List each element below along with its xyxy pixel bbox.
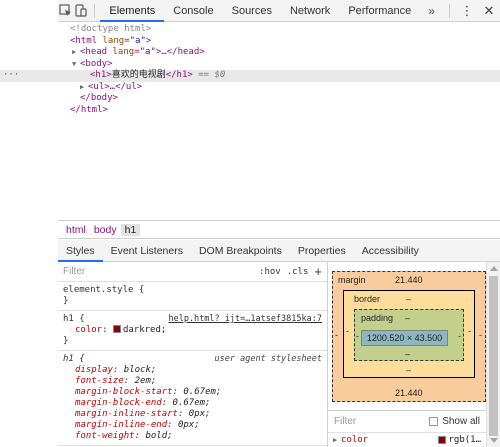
style-property[interactable]: margin-block-end: 0.67em; — [63, 398, 322, 409]
computed-filter-bar: Filter Show all — [328, 411, 486, 433]
toolbar-divider — [449, 3, 450, 18]
ellipsis-icon[interactable]: ··· — [3, 70, 19, 82]
h1-user-agent-rule[interactable]: h1 { user agent stylesheet display: bloc… — [58, 351, 327, 446]
styles-pane: Filter :hov .cls + element.style { } h1 … — [58, 262, 328, 447]
devtools-toolbar: Elements Console Sources Network Perform… — [58, 0, 500, 22]
tab-network[interactable]: Network — [281, 0, 339, 22]
expand-triangle-icon[interactable]: ▶ — [72, 47, 80, 59]
scrollbar-thumb[interactable] — [489, 276, 498, 436]
color-swatch[interactable] — [438, 436, 447, 444]
show-all-checkbox[interactable] — [429, 417, 439, 426]
h1-author-rule[interactable]: h1 { help.html?_ijt=…1atsef3815ka:7 colo… — [58, 311, 327, 351]
computed-property-row[interactable]: ▶ color rgb(1… — [328, 433, 486, 447]
tree-node-head[interactable]: ▶ <head lang="a">…</head> — [58, 47, 500, 59]
tab-accessibility[interactable]: Accessibility — [354, 240, 427, 262]
source-link[interactable]: help.html?_ijt=…1atsef3815ka:7 — [168, 314, 322, 325]
more-tabs-button[interactable]: » — [420, 4, 443, 18]
styles-filter-bar: Filter :hov .cls + — [58, 262, 327, 282]
tree-node-body-close[interactable]: </body> — [58, 93, 500, 105]
box-model-border[interactable]: border – - - – padding – - - – 1200.520 … — [343, 290, 475, 378]
tab-properties[interactable]: Properties — [290, 240, 354, 262]
tab-console[interactable]: Console — [164, 0, 222, 22]
style-property[interactable]: margin-inline-start: 0px; — [63, 409, 322, 420]
collapse-triangle-icon[interactable]: ▼ — [72, 59, 80, 71]
element-style-rule[interactable]: element.style { } — [58, 282, 327, 311]
style-property[interactable]: margin-inline-end: 0px; — [63, 420, 322, 431]
scrollbar[interactable] — [486, 262, 500, 447]
breadcrumb-html[interactable]: html — [62, 224, 90, 236]
tab-elements[interactable]: Elements — [100, 0, 165, 22]
expand-triangle-icon[interactable]: ▶ — [80, 82, 88, 94]
tab-styles[interactable]: Styles — [58, 240, 103, 262]
show-all-label: Show all — [442, 416, 480, 427]
tree-node-ul[interactable]: ▶ <ul>…</ul> — [58, 82, 500, 94]
hover-state-button[interactable]: :hov — [259, 267, 281, 277]
new-rule-button[interactable]: + — [314, 264, 322, 279]
style-property[interactable]: display: block; — [63, 365, 322, 376]
close-icon[interactable]: ✕ — [478, 3, 500, 19]
tree-node-h1[interactable]: ··· <h1>喜欢的电视剧</h1> == $0 — [0, 70, 500, 82]
style-property[interactable]: margin-block-start: 0.67em; — [63, 387, 322, 398]
tree-node-body[interactable]: ▼ <body> — [58, 59, 500, 71]
box-model-margin[interactable]: margin 21.440 - - 21.440 border – - - – … — [332, 271, 486, 402]
scroll-up-icon[interactable] — [490, 266, 498, 271]
style-property[interactable]: font-weight: bold; — [63, 431, 322, 442]
style-property[interactable]: color: darkred; — [63, 325, 322, 336]
tab-performance[interactable]: Performance — [339, 0, 420, 22]
breadcrumb-h1[interactable]: h1 — [120, 223, 141, 236]
elements-tree: <!doctype html> <html lang="a"> ▶ <head l… — [0, 22, 500, 219]
breadcrumb: html body h1 — [58, 220, 500, 239]
box-model-padding[interactable]: padding – - - – 1200.520 × 43.500 — [354, 309, 464, 361]
styles-filter-input[interactable]: Filter — [63, 266, 253, 277]
tab-dom-breakpoints[interactable]: DOM Breakpoints — [191, 240, 290, 262]
class-toggle-button[interactable]: .cls — [287, 267, 309, 277]
scroll-down-icon[interactable] — [490, 438, 498, 443]
device-toolbar-icon[interactable] — [73, 0, 88, 22]
tree-node-html-close[interactable]: </html> — [58, 105, 500, 117]
sidebar-tabs: Styles Event Listeners DOM Breakpoints P… — [58, 240, 500, 262]
computed-pane: Filter Show all ▶ color rgb(1… — [328, 410, 486, 447]
box-model-content[interactable]: 1200.520 × 43.500 — [361, 330, 448, 346]
tree-node-doctype[interactable]: <!doctype html> — [58, 24, 500, 36]
inspect-icon[interactable] — [58, 0, 73, 22]
toolbar-divider — [93, 3, 95, 18]
breadcrumb-body[interactable]: body — [90, 224, 121, 236]
tab-sources[interactable]: Sources — [223, 0, 281, 22]
box-model-diagram: margin 21.440 - - 21.440 border – - - – … — [328, 262, 486, 410]
computed-filter-input[interactable]: Filter — [334, 416, 429, 427]
tree-node-html[interactable]: <html lang="a"> — [58, 36, 500, 48]
tab-event-listeners[interactable]: Event Listeners — [103, 240, 191, 262]
expand-triangle-icon[interactable]: ▶ — [333, 436, 341, 444]
color-swatch[interactable] — [112, 325, 121, 333]
style-property[interactable]: font-size: 2em; — [63, 376, 322, 387]
kebab-menu-icon[interactable]: ⋮ — [456, 3, 478, 19]
